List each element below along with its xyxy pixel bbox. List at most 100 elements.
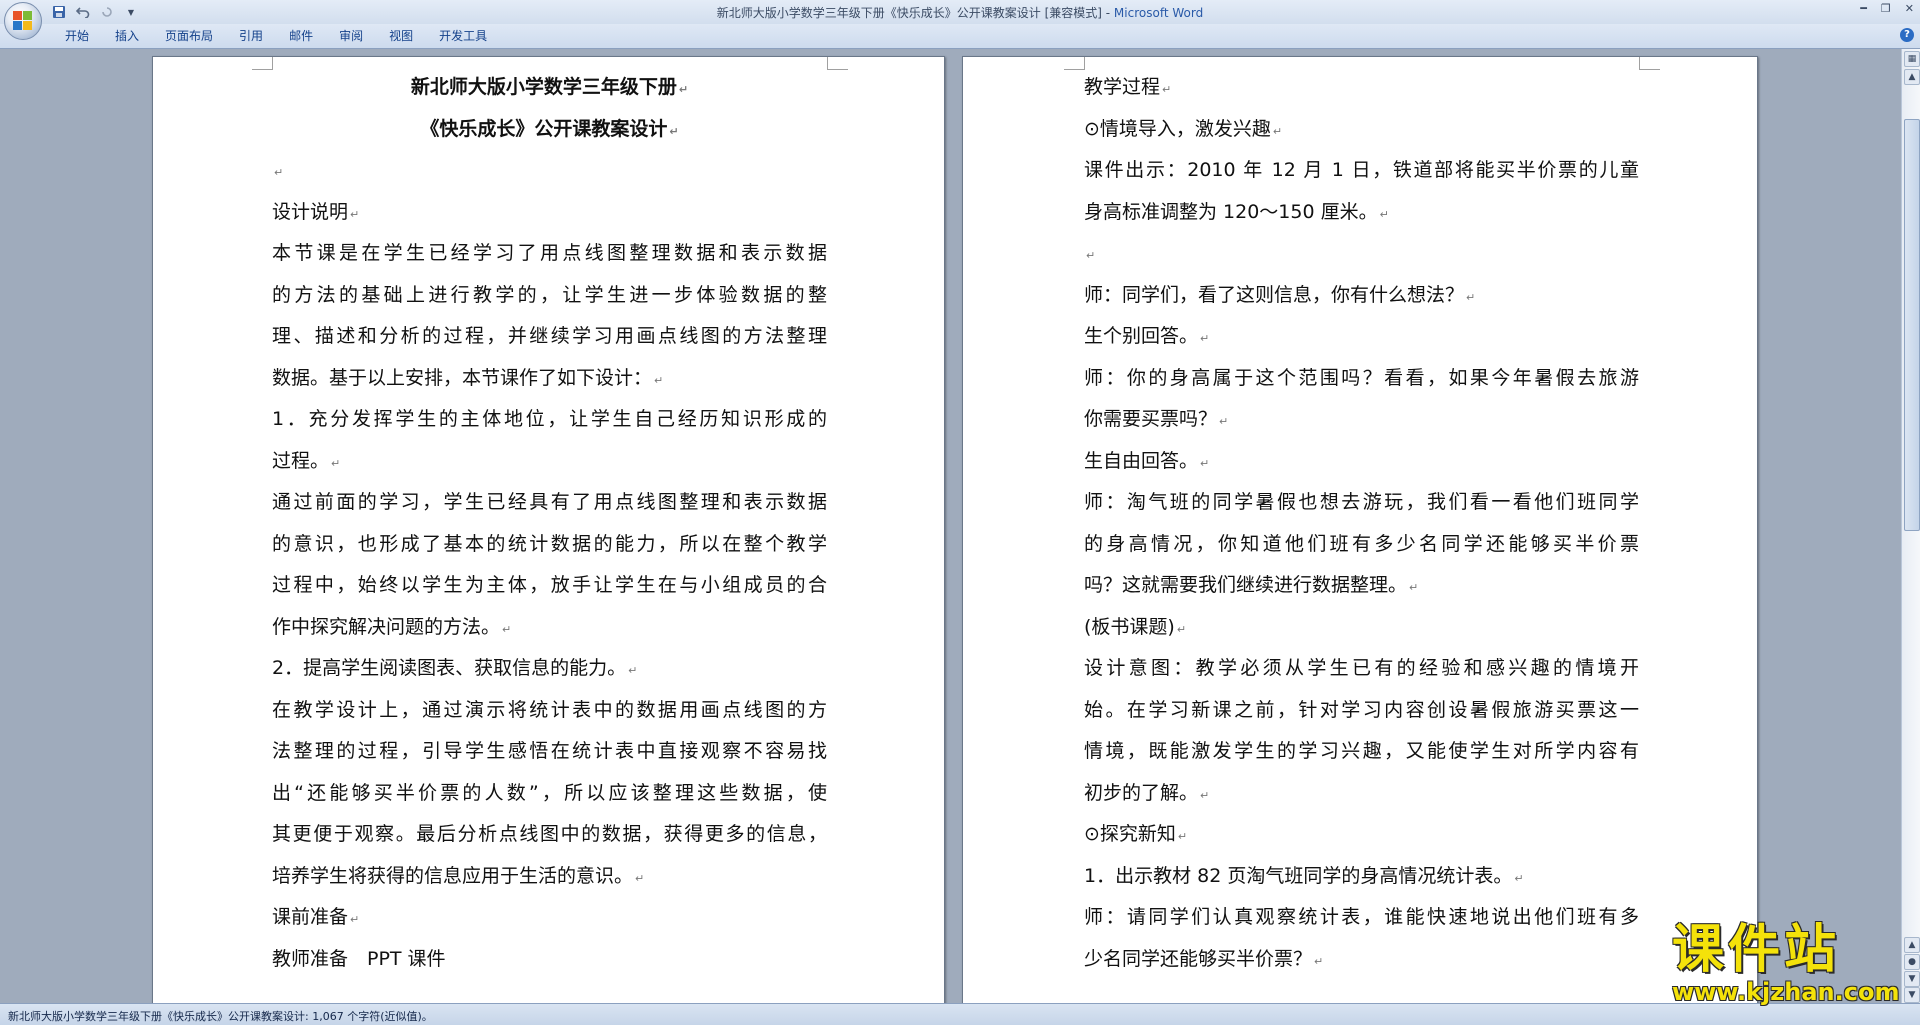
document-line[interactable]: 过程。 ↵ xyxy=(272,441,827,483)
line-text: 其更便于观察。最后分析点线图中的数据，获得更多的信息， xyxy=(272,823,827,845)
document-line[interactable]: 教学过程 ↵ xyxy=(1084,67,1639,109)
help-icon[interactable]: ? xyxy=(1900,28,1914,42)
document-line[interactable]: 课前准备 ↵ xyxy=(272,897,827,939)
document-line[interactable]: 其更便于观察。最后分析点线图中的数据，获得更多的信息， xyxy=(272,814,827,856)
line-text: ⊙情境导入，激发兴趣 xyxy=(1084,117,1271,140)
tab-mailings[interactable]: 邮件 xyxy=(276,28,326,44)
line-text: 2．提高学生阅读图表、获取信息的能力。 xyxy=(272,657,627,679)
tab-view[interactable]: 视图 xyxy=(376,28,426,44)
document-line[interactable]: 情境，既能激发学生的学习兴趣，又能使学生对所学内容有 xyxy=(1084,731,1639,773)
ruler-toggle-icon[interactable]: ▦ xyxy=(1904,51,1920,67)
document-line[interactable]: 课件出示：2010 年 12 月 1 日，铁道部将能买半价票的儿童 xyxy=(1084,150,1639,192)
close-icon[interactable]: ✕ xyxy=(1905,2,1914,15)
app-name: Microsoft Word xyxy=(1113,6,1204,20)
paragraph-mark-icon: ↵ xyxy=(628,664,638,677)
office-logo-icon xyxy=(13,11,33,31)
document-line[interactable]: 师：淘气班的同学暑假也想去游玩，我们看一看他们班同学 xyxy=(1084,482,1639,524)
document-line[interactable]: 初步的了解。 ↵ xyxy=(1084,773,1639,815)
document-line[interactable]: (板书课题) ↵ xyxy=(1084,607,1639,649)
document-line[interactable]: 法整理的过程，引导学生感悟在统计表中直接观察不容易找 xyxy=(272,731,827,773)
tab-home[interactable]: 开始 xyxy=(52,28,102,44)
line-text: 数据。基于以上安排，本节课作了如下设计： xyxy=(272,366,653,389)
paragraph-mark-icon: ↵ xyxy=(1086,249,1096,262)
document-line[interactable]: 吗？这就需要我们继续进行数据整理。 ↵ xyxy=(1084,565,1639,607)
document-line[interactable]: 身高标准调整为 120～150 厘米。 ↵ xyxy=(1084,192,1639,234)
window-title: 新北师大版小学数学三年级下册《快乐成长》公开课教案设计 [兼容模式] - Mic… xyxy=(0,4,1920,21)
paragraph-mark-icon: ↵ xyxy=(1162,83,1172,96)
document-line[interactable]: 出“还能够买半价票的人数”，所以应该整理这些数据，使 xyxy=(272,773,827,815)
tab-review[interactable]: 审阅 xyxy=(326,28,376,44)
page-right[interactable]: 教学过程 ↵ ⊙情境导入，激发兴趣 ↵ 课件出示：2010 年 12 月 1 日，铁道部… xyxy=(962,56,1758,1003)
paragraph-mark-icon: ↵ xyxy=(1272,124,1283,138)
document-line[interactable]: 通过前面的学习，学生已经具有了用点线图整理和表示数据 xyxy=(272,482,827,524)
document-line[interactable]: 设计说明 ↵ xyxy=(272,192,827,234)
watermark-text: 课件站 xyxy=(1672,920,1841,980)
left-page-text[interactable]: 新北师大版小学数学三年级下册 ↵ 《快乐成长》公开课教案设计 ↵ ↵ 设计说明 ↵ 本节课是在… xyxy=(272,67,827,980)
document-line[interactable]: 的身高情况，你知道他们班有多少名同学还能够买半价票 xyxy=(1084,524,1639,566)
minimize-icon[interactable]: ━ xyxy=(1860,2,1867,15)
line-text: 始。在学习新课之前，针对学习内容创设暑假旅游买票这一 xyxy=(1084,698,1639,721)
document-line[interactable]: 始。在学习新课之前，针对学习内容创设暑假旅游买票这一 xyxy=(1084,690,1639,732)
document-line[interactable]: 的意识，也形成了基本的统计数据的能力，所以在整个教学 xyxy=(272,524,827,566)
status-bar: 新北师大版小学数学三年级下册《快乐成长》公开课教案设计: 1,067 个字符(近… xyxy=(0,1003,1920,1025)
paragraph-mark-icon: ↵ xyxy=(1219,415,1229,428)
document-line[interactable]: ↵ xyxy=(272,150,827,192)
document-line[interactable]: ⊙情境导入，激发兴趣 ↵ xyxy=(1084,109,1639,151)
title-bar: ▼ 新北师大版小学数学三年级下册《快乐成长》公开课教案设计 [兼容模式] - M… xyxy=(0,0,1920,24)
document-line[interactable]: 少名同学还能够买半价票？ ↵ xyxy=(1084,939,1639,981)
document-line[interactable]: 1．出示教材 82 页淘气班同学的身高情况统计表。 ↵ xyxy=(1084,856,1639,898)
document-line[interactable]: 培养学生将获得的信息应用于生活的意识。 ↵ xyxy=(272,856,827,898)
page-left[interactable]: 新北师大版小学数学三年级下册 ↵ 《快乐成长》公开课教案设计 ↵ ↵ 设计说明 ↵ 本节课是在… xyxy=(152,56,945,1003)
line-text: 情境，既能激发学生的学习兴趣，又能使学生对所学内容有 xyxy=(1084,740,1639,762)
document-line[interactable]: 2．提高学生阅读图表、获取信息的能力。 ↵ xyxy=(272,648,827,690)
document-line[interactable]: 本节课是在学生已经学习了用点线图整理数据和表示数据 xyxy=(272,233,827,275)
paragraph-mark-icon: ↵ xyxy=(1379,207,1389,221)
document-line[interactable]: 设计意图：教学必须从学生已有的经验和感兴趣的情境开 xyxy=(1084,648,1639,690)
paragraph-mark-icon: ↵ xyxy=(350,207,360,221)
line-text: (板书课题) xyxy=(1084,615,1175,638)
line-text: 初步的了解。 xyxy=(1084,781,1199,804)
tab-page-layout[interactable]: 页面布局 xyxy=(152,28,226,44)
right-page-text[interactable]: 教学过程 ↵ ⊙情境导入，激发兴趣 ↵ 课件出示：2010 年 12 月 1 日，铁道部… xyxy=(1084,67,1639,980)
tab-references[interactable]: 引用 xyxy=(226,28,276,44)
crop-mark xyxy=(1639,57,1660,70)
line-text: 的方法的基础上进行教学的，让学生进一步体验数据的整 xyxy=(272,283,827,306)
line-text: 课前准备 xyxy=(272,906,349,928)
document-line[interactable]: 师：你的身高属于这个范围吗？看看，如果今年暑假去旅游 xyxy=(1084,358,1639,400)
document-area[interactable]: 新北师大版小学数学三年级下册 ↵ 《快乐成长》公开课教案设计 ↵ ↵ 设计说明 ↵ 本节课是在… xyxy=(0,49,1901,1003)
line-text: 本节课是在学生已经学习了用点线图整理数据和表示数据 xyxy=(272,242,827,264)
document-line[interactable]: 过程中，始终以学生为主体，放手让学生在与小组成员的合 xyxy=(272,565,827,607)
document-line[interactable]: 新北师大版小学数学三年级下册 ↵ xyxy=(272,67,827,109)
document-line[interactable]: 的方法的基础上进行教学的，让学生进一步体验数据的整 xyxy=(272,275,827,317)
paragraph-mark-icon: ↵ xyxy=(1200,456,1210,470)
vertical-scrollbar[interactable]: ▦ ▲ ▲ ● ▼ ▼ xyxy=(1901,49,1920,1003)
scroll-up-icon[interactable]: ▲ xyxy=(1904,69,1920,85)
document-line[interactable]: 1．充分发挥学生的主体地位，让学生自己经历知识形成的 xyxy=(272,399,827,441)
line-text: 新北师大版小学数学三年级下册 xyxy=(410,76,677,98)
tab-developer[interactable]: 开发工具 xyxy=(426,28,500,44)
watermark-logo: 课件站 www.kjzhan.com xyxy=(1668,920,1918,1006)
line-text: 师：淘气班的同学暑假也想去游玩，我们看一看他们班同学 xyxy=(1084,491,1639,513)
document-line[interactable]: 数据。基于以上安排，本节课作了如下设计： ↵ xyxy=(272,358,827,400)
document-line[interactable]: 《快乐成长》公开课教案设计 ↵ xyxy=(272,109,827,151)
document-line[interactable]: ↵ xyxy=(1084,233,1639,275)
document-line[interactable]: 作中探究解决问题的方法。 ↵ xyxy=(272,607,827,649)
paragraph-mark-icon: ↵ xyxy=(1514,871,1524,885)
document-line[interactable]: 生个别回答。 ↵ xyxy=(1084,316,1639,358)
document-line[interactable]: 理、描述和分析的过程，并继续学习用画点线图的方法整理 xyxy=(272,316,827,358)
tab-insert[interactable]: 插入 xyxy=(102,28,152,44)
document-line[interactable]: 师：请同学们认真观察统计表，谁能快速地说出他们班有多 xyxy=(1084,897,1639,939)
scroll-thumb[interactable] xyxy=(1904,119,1920,531)
paragraph-mark-icon: ↵ xyxy=(1177,830,1188,843)
document-line[interactable]: 师：同学们，看了这则信息，你有什么想法？ ↵ xyxy=(1084,275,1639,317)
paragraph-mark-icon: ↵ xyxy=(1200,788,1210,802)
document-line[interactable]: ⊙探究新知 ↵ xyxy=(1084,814,1639,856)
document-line[interactable]: 教师准备 PPT 课件 xyxy=(272,939,827,981)
document-line[interactable]: 你需要买票吗？ ↵ xyxy=(1084,399,1639,441)
document-line[interactable]: 生自由回答。 ↵ xyxy=(1084,441,1639,483)
document-line[interactable]: 在教学设计上，通过演示将统计表中的数据用画点线图的方 xyxy=(272,690,827,732)
line-text: ⊙探究新知 xyxy=(1084,823,1176,845)
restore-icon[interactable]: ❐ xyxy=(1881,2,1891,15)
office-button[interactable] xyxy=(4,2,42,40)
paragraph-mark-icon: ↵ xyxy=(635,871,645,885)
